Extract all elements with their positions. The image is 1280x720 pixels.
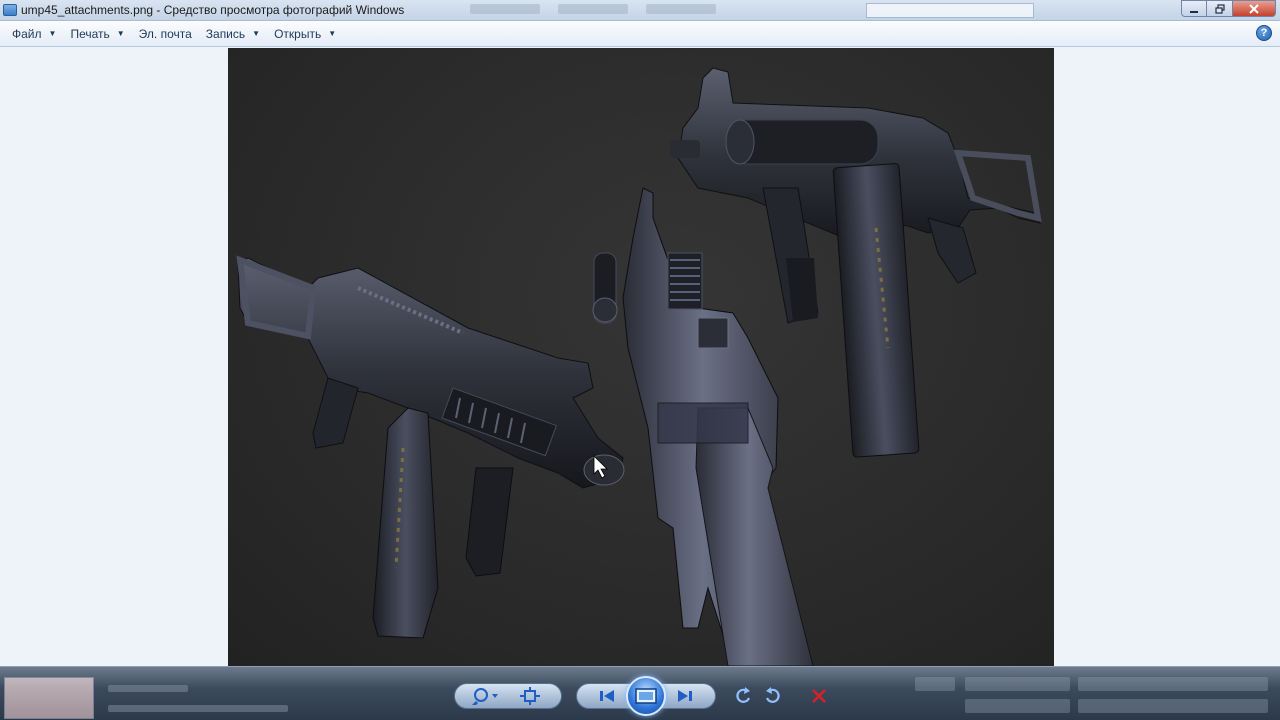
delete-button[interactable]: [804, 684, 834, 708]
control-bar: [0, 666, 1280, 720]
close-icon: [1249, 3, 1259, 14]
menu-burn-label: Запись: [205, 26, 246, 41]
magnifier-icon: [471, 688, 498, 705]
slideshow-icon: [635, 688, 657, 704]
dropdown-arrow-icon: ▼: [252, 29, 261, 38]
restore-icon: [1214, 3, 1225, 14]
menu-open[interactable]: Открыть ▼: [268, 24, 342, 44]
previous-button[interactable]: [592, 684, 622, 708]
maximize-button[interactable]: [1207, 0, 1233, 17]
slideshow-button[interactable]: [626, 676, 666, 716]
background-window-ghost-thumb: [4, 677, 94, 719]
weapon-render-image: [236, 67, 1042, 666]
dropdown-arrow-icon: ▼: [48, 29, 57, 38]
menu-file-label: Файл: [12, 26, 42, 41]
image-viewing-area: [0, 48, 1280, 666]
menu-bar: Файл ▼ Печать ▼ Эл. почта Запись ▼ Откры…: [0, 21, 1280, 47]
help-icon[interactable]: ?: [1256, 25, 1272, 41]
menu-print[interactable]: Печать ▼: [64, 24, 130, 44]
minimize-button[interactable]: [1181, 0, 1207, 17]
menu-open-label: Открыть: [274, 26, 322, 41]
window-title: ump45_attachments.png - Средство просмот…: [21, 3, 405, 17]
menu-print-label: Печать: [70, 26, 110, 41]
ump45-left-view: [236, 255, 625, 639]
rotate-left-button[interactable]: [728, 684, 758, 708]
window-controls: [1181, 0, 1276, 17]
actual-size-button[interactable]: [508, 684, 552, 708]
fit-window-icon: [520, 687, 540, 705]
background-search-ghost: [866, 3, 1034, 18]
rotate-cw-icon: [765, 687, 780, 703]
photo-viewer-app-icon[interactable]: [3, 4, 17, 16]
menu-email-label: Эл. почта: [138, 26, 192, 41]
menu-burn[interactable]: Запись ▼: [200, 24, 266, 44]
dropdown-arrow-icon: ▼: [116, 29, 125, 38]
dropdown-arrow-icon: ▼: [328, 29, 337, 38]
viewer-controls: [454, 676, 838, 716]
rotate-right-button[interactable]: [758, 684, 788, 708]
zoom-button[interactable]: [464, 684, 508, 708]
delete-x-icon: [812, 689, 826, 703]
minimize-icon: [1190, 10, 1198, 13]
previous-icon: [600, 690, 614, 702]
next-icon: [678, 690, 692, 702]
background-window-ghost: [470, 4, 716, 14]
navigation-group: [576, 676, 716, 716]
menu-file[interactable]: Файл ▼: [6, 24, 62, 44]
displayed-photo[interactable]: [228, 48, 1054, 666]
close-window-button[interactable]: [1233, 0, 1276, 17]
menu-email[interactable]: Эл. почта: [133, 24, 198, 44]
next-button[interactable]: [670, 684, 700, 708]
zoom-and-fit-group: [454, 683, 562, 709]
title-bar: ump45_attachments.png - Средство просмот…: [0, 0, 1280, 21]
rotate-ccw-icon: [736, 687, 751, 703]
